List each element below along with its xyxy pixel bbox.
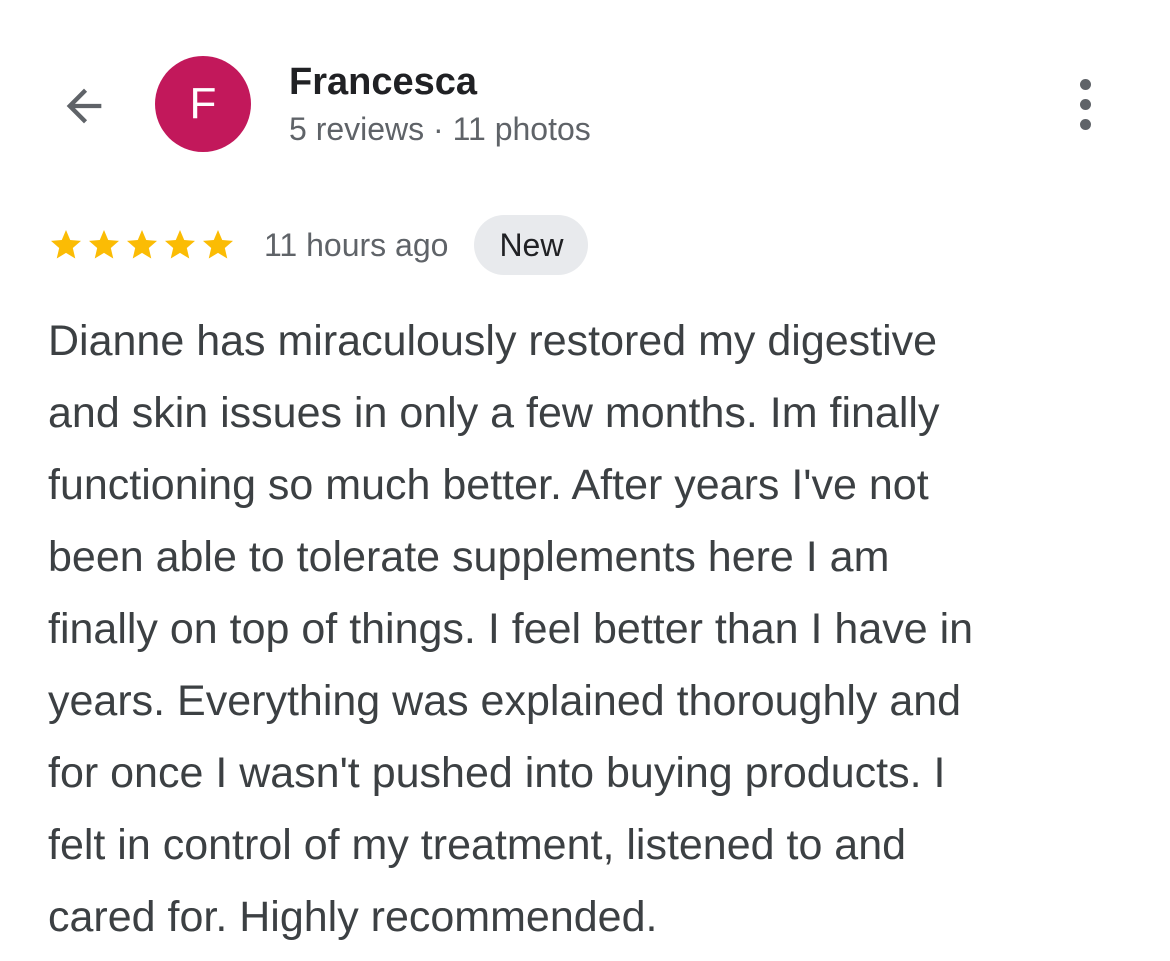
reviewer-name[interactable]: Francesca xyxy=(289,60,477,104)
review-text-line: been able to tolerate supplements here I… xyxy=(48,533,890,581)
more-options-button[interactable] xyxy=(1060,72,1110,136)
rating-row: 11 hours ago New xyxy=(48,214,589,276)
review-text-line: functioning so much better. After years … xyxy=(48,461,929,509)
review-text: Dianne has miraculously restored my dige… xyxy=(48,305,1128,953)
more-vert-icon-dot xyxy=(1079,118,1091,130)
review-text-line: felt in control of my treatment, listene… xyxy=(48,821,907,869)
star-icon xyxy=(165,230,195,259)
arrow-back-icon xyxy=(66,88,102,124)
review-text-line: and skin issues in only a few months. Im… xyxy=(48,389,940,437)
star-icon xyxy=(127,230,157,259)
back-button[interactable] xyxy=(54,78,114,134)
avatar-initial: F xyxy=(189,79,217,128)
star-icon xyxy=(89,230,119,259)
review-time: 11 hours ago xyxy=(264,226,449,263)
reviewer-stats: 5 reviews · 11 photos xyxy=(289,111,591,147)
review-text-line: cared for. Highly recommended. xyxy=(48,893,658,941)
new-badge: New xyxy=(474,215,589,275)
review-text-line: finally on top of things. I feel better … xyxy=(48,605,974,653)
star-icon xyxy=(203,230,233,259)
review-text-line: for once I wasn't pushed into buying pro… xyxy=(48,749,946,797)
review-text-line: Dianne has miraculously restored my dige… xyxy=(48,317,938,365)
star-icon xyxy=(51,230,81,259)
review-text-line: years. Everything was explained thorough… xyxy=(48,677,962,725)
avatar[interactable]: F xyxy=(155,56,251,152)
star-rating xyxy=(48,227,236,263)
more-vert-icon-dot xyxy=(1079,98,1091,110)
more-vert-icon xyxy=(1079,78,1091,90)
